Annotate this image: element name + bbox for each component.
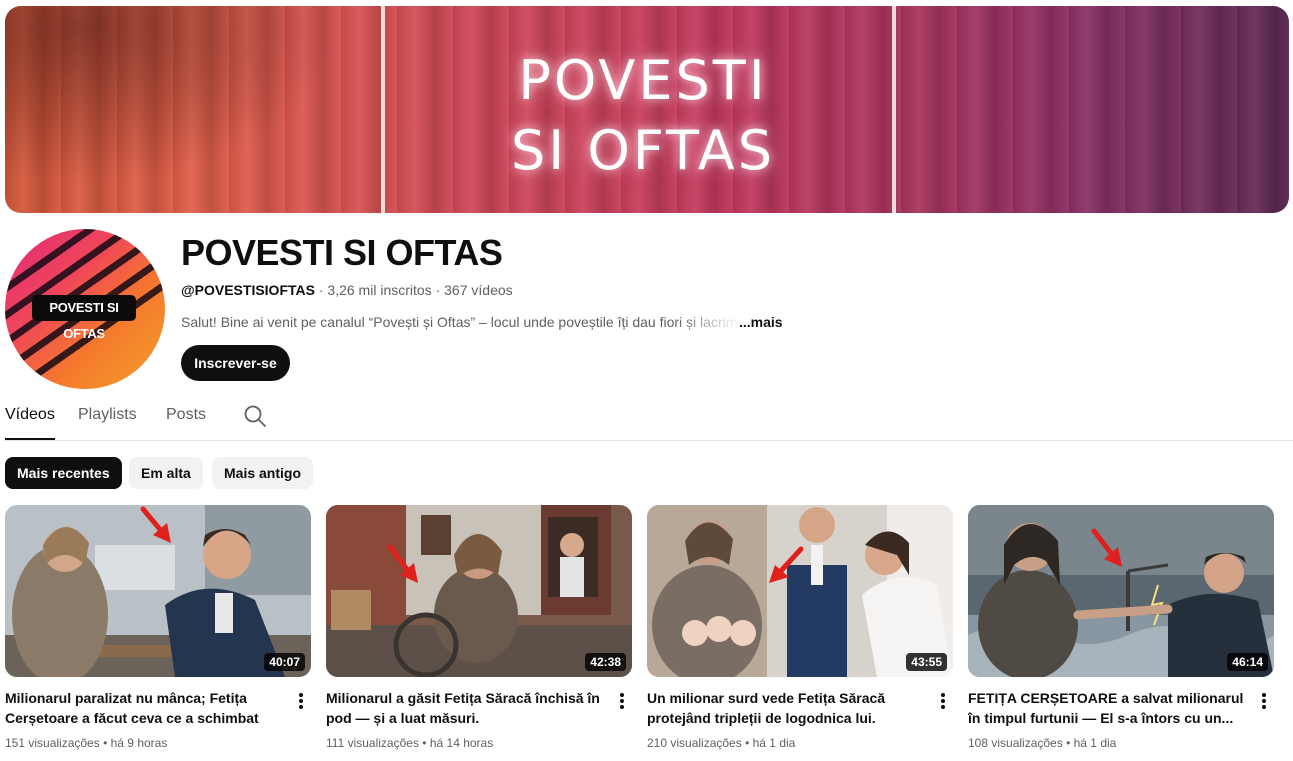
search-icon[interactable] xyxy=(243,404,267,428)
thumbnail-image xyxy=(326,505,632,677)
meta-separator: • xyxy=(103,736,111,750)
video-meta: 151 visualizações • há 9 horas xyxy=(5,736,167,750)
upload-age: há 1 dia xyxy=(1073,736,1117,750)
video-title[interactable]: FETIȚA CERȘETOARE a salvat milionarul în… xyxy=(968,688,1248,728)
video-card[interactable]: 40:07 Milionarul paralizat nu mânca; Fet… xyxy=(5,505,311,761)
video-duration: 43:55 xyxy=(906,653,947,671)
arrow-icon xyxy=(1091,528,1122,567)
meta-separator: • xyxy=(1066,736,1074,750)
video-card[interactable]: 43:55 Un milionar surd vede Fetița Sărac… xyxy=(647,505,953,761)
video-duration: 46:14 xyxy=(1227,653,1268,671)
description-text: Salut! Bine ai venit pe canalul “Povești… xyxy=(181,314,741,330)
arrow-icon xyxy=(769,546,804,583)
avatar-badge: POVESTI SI OFTAS xyxy=(32,295,136,341)
chip-popular[interactable]: Em alta xyxy=(129,457,203,489)
channel-tabs: Vídeos Playlists Posts xyxy=(5,396,1293,441)
channel-handle: @POVESTISIOFTAS xyxy=(181,282,315,298)
video-thumbnail[interactable]: 40:07 xyxy=(5,505,311,677)
chip-oldest[interactable]: Mais antigo xyxy=(212,457,314,489)
video-meta: 108 visualizações • há 1 dia xyxy=(968,736,1116,750)
tab-videos[interactable]: Vídeos xyxy=(5,406,55,440)
meta-separator: · xyxy=(435,282,445,298)
video-title[interactable]: Milionarul a găsit Fetița Săracă închisă… xyxy=(326,688,606,728)
more-options-icon[interactable] xyxy=(1256,691,1272,711)
banner-shadow xyxy=(5,6,385,213)
video-thumbnail[interactable]: 46:14 xyxy=(968,505,1274,677)
video-duration: 40:07 xyxy=(264,653,305,671)
channel-avatar[interactable]: POVESTI SI OFTAS xyxy=(5,229,165,389)
video-thumbnail[interactable]: 42:38 xyxy=(326,505,632,677)
upload-age: há 9 horas xyxy=(110,736,168,750)
upload-age: há 14 horas xyxy=(429,736,494,750)
chip-newest[interactable]: Mais recentes xyxy=(5,457,122,489)
view-count: 108 visualizações xyxy=(968,736,1063,750)
more-options-icon[interactable] xyxy=(614,691,630,711)
channel-meta: @POVESTISIOFTAS · 3,26 mil inscritos · 3… xyxy=(181,282,513,298)
video-duration: 42:38 xyxy=(585,653,626,671)
arrow-icon xyxy=(140,506,171,543)
view-count: 151 visualizações xyxy=(5,736,100,750)
video-meta: 111 visualizações • há 14 horas xyxy=(326,736,493,750)
arrow-icon xyxy=(387,544,418,583)
meta-separator: • xyxy=(422,736,430,750)
video-title[interactable]: Milionarul paralizat nu mânca; Fetița Ce… xyxy=(5,688,285,728)
more-link[interactable]: ...mais xyxy=(739,314,783,330)
video-thumbnail[interactable]: 43:55 xyxy=(647,505,953,677)
video-count: 367 vídeos xyxy=(444,282,513,298)
more-options-icon[interactable] xyxy=(935,691,951,711)
view-count: 111 visualizações xyxy=(326,736,419,750)
tab-posts[interactable]: Posts xyxy=(166,406,206,440)
more-options-icon[interactable] xyxy=(293,691,309,711)
channel-banner: POVESTI SI OFTAS xyxy=(5,6,1289,213)
video-title[interactable]: Un milionar surd vede Fetița Săracă prot… xyxy=(647,688,927,728)
video-card[interactable]: 42:38 Milionarul a găsit Fetița Săracă î… xyxy=(326,505,632,761)
banner-title: POVESTI SI OFTAS xyxy=(388,46,898,186)
video-meta: 210 visualizações • há 1 dia xyxy=(647,736,795,750)
thumbnail-image xyxy=(647,505,953,677)
tab-playlists[interactable]: Playlists xyxy=(78,406,137,440)
banner-title-line: SI OFTAS xyxy=(511,119,775,182)
view-count: 210 visualizações xyxy=(647,736,742,750)
banner-divider xyxy=(381,6,385,213)
subscriber-count: 3,26 mil inscritos xyxy=(327,282,432,298)
subscribe-button[interactable]: Inscrever-se xyxy=(181,345,290,381)
meta-separator: • xyxy=(745,736,753,750)
channel-description[interactable]: Salut! Bine ai venit pe canalul “Povești… xyxy=(181,314,783,330)
video-card[interactable]: 46:14 FETIȚA CERȘETOARE a salvat miliona… xyxy=(968,505,1274,761)
upload-age: há 1 dia xyxy=(752,736,796,750)
channel-name: POVESTI SI OFTAS xyxy=(181,232,503,273)
banner-title-line: POVESTI xyxy=(518,49,768,112)
